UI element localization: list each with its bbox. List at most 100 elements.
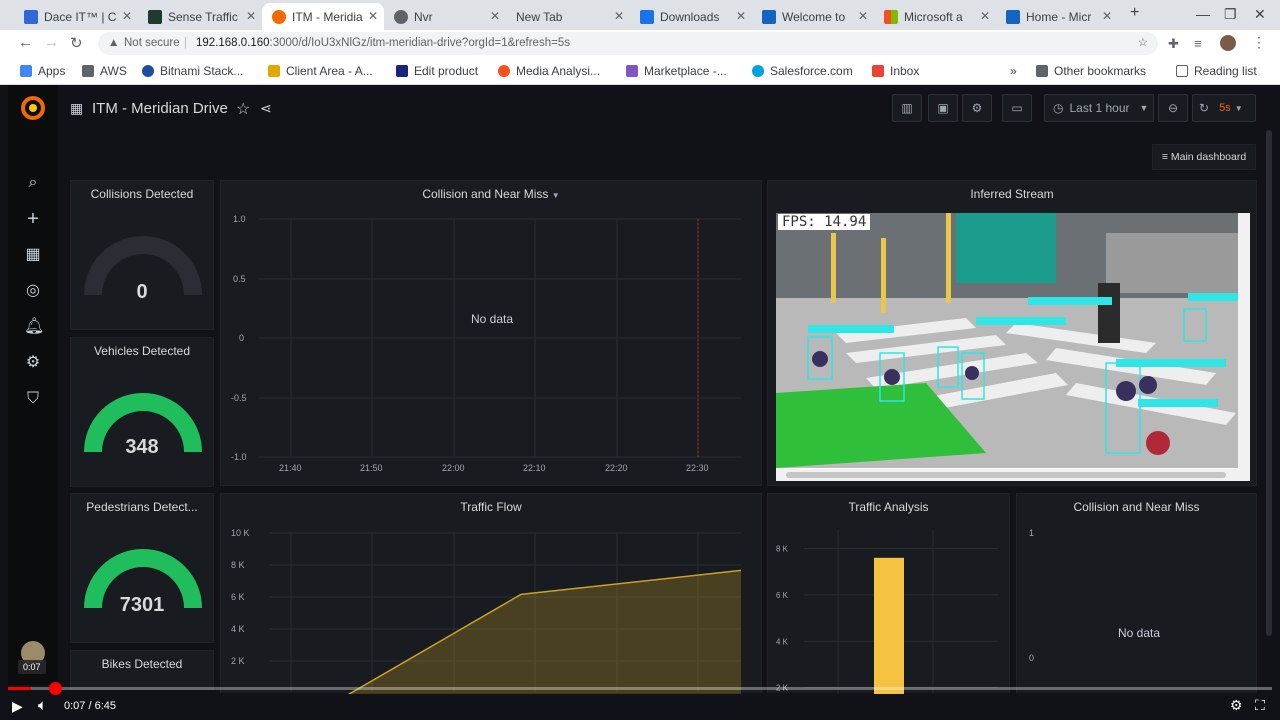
star-icon[interactable]: ☆ <box>236 99 250 119</box>
volume-icon[interactable]: 🔈︎ <box>38 697 47 714</box>
browser-tab[interactable]: Microsoft a ✕ <box>874 3 996 30</box>
create-icon[interactable]: + <box>24 209 42 229</box>
bookmarks-overflow[interactable]: » <box>1010 64 1017 78</box>
zoom-out-button[interactable]: ⊖ <box>1158 94 1188 122</box>
video-progress-track[interactable] <box>8 682 1272 695</box>
fullscreen-icon[interactable]: ⛶ <box>1255 697 1265 714</box>
refresh-button[interactable]: ↻ 5s ▼ <box>1192 94 1256 122</box>
main-dashboard-link[interactable]: ≡ Main dashboard <box>1152 144 1256 170</box>
grafana-logo-icon[interactable] <box>20 95 46 121</box>
traffic-analysis-panel[interactable]: Traffic Analysis 8 K6 K4 K2 K <box>767 493 1010 694</box>
browser-tab[interactable]: Nvr ✕ <box>384 3 506 30</box>
close-tab-icon[interactable]: ✕ <box>122 9 132 23</box>
star-icon[interactable]: ☆ <box>1138 32 1148 55</box>
y-tick: 10 K <box>231 528 250 538</box>
save-dashboard-button[interactable]: ▣ <box>928 94 958 122</box>
refresh-interval[interactable]: 5s <box>1219 102 1231 114</box>
download-icon <box>640 9 654 24</box>
traffic-camera-image[interactable] <box>776 213 1250 481</box>
browser-tab[interactable]: Dace IT™ | C ✕ <box>14 3 138 30</box>
address-bar[interactable]: ▲ Not secure | 192.168.0.160:3000/d/IoU3… <box>98 32 1158 55</box>
bookmark-client-area[interactable]: Client Area - A... <box>268 64 373 78</box>
panel-title: Bikes Detected <box>101 657 183 671</box>
close-tab-icon[interactable]: ✕ <box>246 9 256 23</box>
alerting-bell-icon[interactable]: 🔔︎ <box>24 318 44 336</box>
menu-icon[interactable]: ⋮ <box>1252 34 1266 51</box>
collisions-detected-panel[interactable]: Collisions Detected 0 <box>70 180 214 330</box>
search-icon[interactable]: ⌕ <box>24 174 42 192</box>
browser-tab[interactable]: Sense Traffic ✕ <box>138 3 262 30</box>
collision-near-miss-small-panel[interactable]: Collision and Near Miss 1 0 No data <box>1016 493 1257 693</box>
close-window-button[interactable]: ✕ <box>1254 6 1266 23</box>
panel-title: Collisions Detected <box>90 187 194 201</box>
settings-gear-icon[interactable]: ⚙ <box>1230 697 1243 714</box>
browser-tab-active[interactable]: ITM - Meridia ✕ <box>262 3 384 30</box>
y-tick: 6 K <box>231 592 245 602</box>
restore-button[interactable]: ❐ <box>1224 6 1237 23</box>
browser-tab[interactable]: Home - Micr ✕ <box>996 3 1118 30</box>
salesforce-icon <box>752 65 764 77</box>
video-scrubber-handle[interactable] <box>48 682 62 695</box>
dashboard-settings-button[interactable]: ⚙ <box>962 94 992 122</box>
collision-near-miss-panel[interactable]: Collision and Near Miss ▼ 1.0 0.5 0 -0.5… <box>220 180 762 486</box>
reload-icon[interactable]: ↻ <box>70 34 83 52</box>
forward-icon[interactable]: → <box>44 34 59 51</box>
browser-tab[interactable]: Downloads ✕ <box>630 3 752 30</box>
extensions-icon[interactable]: ✚ <box>1168 36 1179 52</box>
media-icon[interactable]: ≡ <box>1194 36 1202 51</box>
bookmark-salesforce[interactable]: Salesforce.com <box>752 64 853 78</box>
time-picker-button[interactable]: ◷ Last 1 hour ▼ <box>1044 94 1154 122</box>
bookmark-aws[interactable]: AWS <box>82 64 127 78</box>
browser-tab[interactable]: Welcome to ✕ <box>752 3 874 30</box>
url-host: 192.168.0.160 <box>196 37 270 49</box>
server-admin-shield-icon[interactable]: ⛉ <box>24 390 42 408</box>
close-tab-icon[interactable]: ✕ <box>614 9 624 23</box>
bookmark-edit-product[interactable]: Edit product <box>396 64 478 78</box>
tab-title: New Tab <box>516 9 563 24</box>
azure-icon <box>1006 9 1020 24</box>
tab-favicon-icon <box>148 9 162 24</box>
dashboards-icon[interactable]: ▦ <box>24 246 42 264</box>
profile-avatar[interactable] <box>1220 35 1236 51</box>
page-scrollbar[interactable] <box>1266 130 1272 636</box>
dashboard-title[interactable]: ITM - Meridian Drive <box>92 100 228 117</box>
bookmark-label: Marketplace -... <box>644 64 727 78</box>
bookmark-label: AWS <box>100 64 127 78</box>
bookmark-media-analysis[interactable]: Media Analysi... <box>498 64 600 78</box>
close-tab-icon[interactable]: ✕ <box>1102 9 1112 23</box>
back-icon[interactable]: ← <box>18 34 33 51</box>
other-bookmarks[interactable]: Other bookmarks <box>1036 64 1146 78</box>
bookmark-inbox[interactable]: Inbox <box>872 64 919 78</box>
pedestrians-detected-panel[interactable]: Pedestrians Detect... 7301 <box>70 493 214 643</box>
grafana-sidemenu: ⌕ + ▦ ◎ 🔔︎ ⚙ ⛉ <box>8 85 58 685</box>
close-tab-icon[interactable]: ✕ <box>980 9 990 23</box>
inferred-stream-panel[interactable]: Inferred Stream FPS: 14.94 <box>767 180 1257 486</box>
play-icon[interactable]: ▶ <box>12 698 23 715</box>
minimize-button[interactable]: — <box>1196 6 1210 22</box>
new-tab-button[interactable]: + <box>1130 4 1139 22</box>
security-label: Not secure <box>124 37 180 49</box>
configuration-gear-icon[interactable]: ⚙ <box>24 354 42 372</box>
y-tick: 8 K <box>776 545 789 554</box>
bookmark-label: Other bookmarks <box>1054 64 1147 78</box>
vehicles-detected-panel[interactable]: Vehicles Detected 348 <box>70 337 214 487</box>
explore-icon[interactable]: ◎ <box>24 282 42 300</box>
bookmark-bitnami[interactable]: Bitnami Stack... <box>142 64 243 78</box>
close-tab-icon[interactable]: ✕ <box>858 9 868 23</box>
reading-list[interactable]: Reading list <box>1176 64 1257 78</box>
bookmark-apps[interactable]: Apps <box>20 64 65 78</box>
traffic-flow-panel[interactable]: Traffic Flow 10 K8 K6 K4 K2 K <box>220 493 762 694</box>
browser-tab[interactable]: New Tab ✕ <box>506 3 630 30</box>
cycle-view-mode-button[interactable]: ▭ <box>1002 94 1032 122</box>
close-tab-icon[interactable]: ✕ <box>490 9 500 23</box>
collisions-value: 0 <box>136 281 148 303</box>
add-panel-button[interactable]: ▥ <box>892 94 922 122</box>
close-tab-icon[interactable]: ✕ <box>736 9 746 23</box>
pedestrians-value: 7301 <box>119 594 165 616</box>
grafana-favicon-icon <box>272 9 286 24</box>
overflow-label: » <box>1010 64 1017 78</box>
bookmark-marketplace[interactable]: Marketplace -... <box>626 64 727 78</box>
folder-icon <box>82 65 94 77</box>
share-icon[interactable]: ⋖ <box>260 100 272 117</box>
close-tab-icon[interactable]: ✕ <box>368 9 378 23</box>
